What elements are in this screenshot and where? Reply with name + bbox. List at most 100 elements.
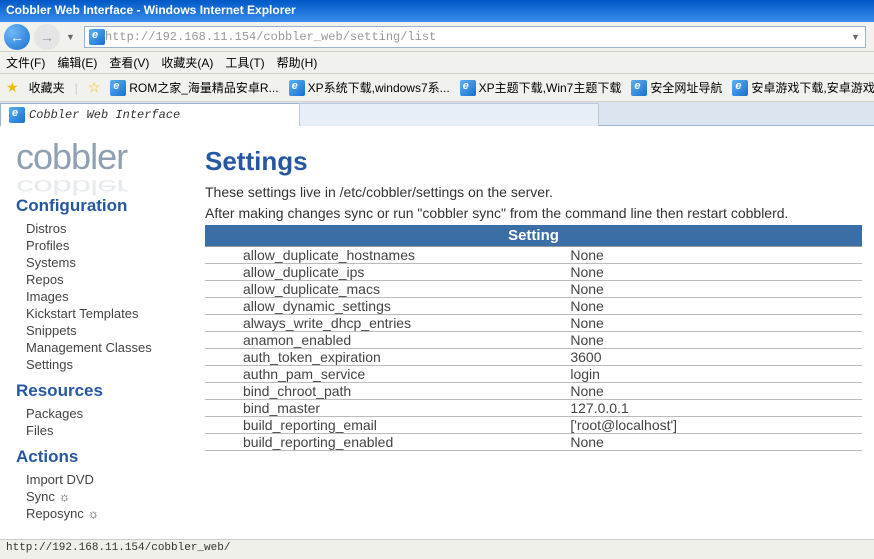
fav-link[interactable]: 安卓游戏下载,安卓游戏...: [732, 79, 874, 96]
table-row[interactable]: allow_dynamic_settingsNone: [205, 297, 862, 314]
page-icon: [732, 80, 748, 96]
setting-value: None: [566, 280, 862, 297]
nav-toolbar: ← → ▼ ▼: [0, 22, 874, 52]
sidebar-config-link[interactable]: Profiles: [16, 237, 205, 254]
setting-key: auth_token_expiration: [205, 348, 566, 365]
back-button[interactable]: ←: [4, 24, 30, 50]
page-icon: [460, 80, 476, 96]
sidebar-config-link[interactable]: Images: [16, 288, 205, 305]
setting-value: None: [566, 382, 862, 399]
favorites-bar: ★ 收藏夹 | ☆ ROM之家_海量精品安卓R... XP系统下载,window…: [0, 74, 874, 102]
sidebar-config-link[interactable]: Distros: [16, 220, 205, 237]
sidebar-config-link[interactable]: Settings: [16, 356, 205, 373]
sidebar-config-link[interactable]: Repos: [16, 271, 205, 288]
fav-link[interactable]: XP系统下载,windows7系...: [289, 79, 450, 96]
page-content: cobbler cobbler Configuration DistrosPro…: [0, 126, 874, 539]
setting-key: bind_chroot_path: [205, 382, 566, 399]
table-row[interactable]: bind_chroot_pathNone: [205, 382, 862, 399]
setting-value: login: [566, 365, 862, 382]
setting-key: allow_duplicate_ips: [205, 263, 566, 280]
table-row[interactable]: bind_master127.0.0.1: [205, 399, 862, 416]
page-icon: [110, 80, 126, 96]
setting-value: None: [566, 297, 862, 314]
sidebar-resource-link[interactable]: Files: [16, 422, 205, 439]
setting-key: bind_master: [205, 399, 566, 416]
sidebar: cobbler cobbler Configuration DistrosPro…: [0, 126, 205, 539]
sidebar-resource-link[interactable]: Packages: [16, 405, 205, 422]
sidebar-config-link[interactable]: Kickstart Templates: [16, 305, 205, 322]
star-icon: ★: [6, 79, 19, 96]
table-row[interactable]: anamon_enabledNone: [205, 331, 862, 348]
address-bar[interactable]: ▼: [84, 26, 866, 48]
fav-link[interactable]: XP主题下载,Win7主题下载: [460, 79, 622, 96]
menu-file[interactable]: 文件(F): [6, 54, 45, 71]
favorites-label[interactable]: 收藏夹: [29, 79, 65, 96]
tab-title: Cobbler Web Interface: [29, 108, 180, 122]
setting-value: 3600: [566, 348, 862, 365]
menu-help[interactable]: 帮助(H): [277, 54, 318, 71]
page-icon: [631, 80, 647, 96]
new-tab-button[interactable]: [299, 103, 599, 126]
menu-bar: 文件(F) 编辑(E) 查看(V) 收藏夹(A) 工具(T) 帮助(H): [0, 52, 874, 74]
table-row[interactable]: allow_duplicate_ipsNone: [205, 263, 862, 280]
fav-link[interactable]: 安全网址导航: [631, 79, 722, 96]
settings-description-1: These settings live in /etc/cobbler/sett…: [205, 183, 862, 202]
browser-tab[interactable]: Cobbler Web Interface: [0, 103, 300, 126]
setting-key: allow_duplicate_macs: [205, 280, 566, 297]
sidebar-action-link[interactable]: Reposync ☼: [16, 505, 205, 522]
window-title: Cobbler Web Interface - Windows Internet…: [6, 3, 296, 17]
page-icon: [9, 107, 25, 123]
window-titlebar: Cobbler Web Interface - Windows Internet…: [0, 0, 874, 22]
sidebar-config-link[interactable]: Systems: [16, 254, 205, 271]
menu-edit[interactable]: 编辑(E): [57, 54, 97, 71]
nav-heading-actions: Actions: [16, 447, 205, 467]
table-row[interactable]: allow_duplicate_macsNone: [205, 280, 862, 297]
setting-key: allow_duplicate_hostnames: [205, 246, 566, 263]
setting-value: ['root@localhost']: [566, 416, 862, 433]
table-row[interactable]: authn_pam_servicelogin: [205, 365, 862, 382]
status-text: http://192.168.11.154/cobbler_web/: [6, 542, 230, 554]
setting-value: None: [566, 331, 862, 348]
url-dropdown[interactable]: ▼: [849, 32, 861, 42]
fav-text: XP主题下载,Win7主题下载: [479, 79, 622, 96]
sidebar-config-link[interactable]: Management Classes: [16, 339, 205, 356]
menu-view[interactable]: 查看(V): [109, 54, 149, 71]
setting-value: None: [566, 263, 862, 280]
setting-key: allow_dynamic_settings: [205, 297, 566, 314]
forward-button: →: [34, 24, 60, 50]
fav-link[interactable]: ROM之家_海量精品安卓R...: [110, 79, 278, 96]
column-header-setting: Setting: [205, 225, 862, 247]
menu-tools[interactable]: 工具(T): [225, 54, 264, 71]
url-input[interactable]: [105, 30, 849, 44]
table-row[interactable]: allow_duplicate_hostnamesNone: [205, 246, 862, 263]
page-icon: [289, 80, 305, 96]
fav-text: XP系统下载,windows7系...: [308, 79, 450, 96]
page-title: Settings: [205, 146, 862, 177]
setting-key: always_write_dhcp_entries: [205, 314, 566, 331]
setting-key: build_reporting_email: [205, 416, 566, 433]
main-panel: Settings These settings live in /etc/cob…: [205, 126, 874, 539]
table-row[interactable]: build_reporting_enabledNone: [205, 433, 862, 450]
table-row[interactable]: always_write_dhcp_entriesNone: [205, 314, 862, 331]
table-row[interactable]: build_reporting_email['root@localhost']: [205, 416, 862, 433]
setting-key: anamon_enabled: [205, 331, 566, 348]
setting-key: build_reporting_enabled: [205, 433, 566, 450]
setting-value: None: [566, 246, 862, 263]
setting-value: None: [566, 433, 862, 450]
tab-bar: Cobbler Web Interface: [0, 102, 874, 126]
separator: |: [75, 81, 78, 95]
status-bar: http://192.168.11.154/cobbler_web/: [0, 539, 874, 559]
nav-history-dropdown[interactable]: ▼: [64, 32, 76, 42]
setting-key: authn_pam_service: [205, 365, 566, 382]
setting-value: None: [566, 314, 862, 331]
settings-table: Setting allow_duplicate_hostnamesNoneall…: [205, 225, 862, 451]
ie-icon: [89, 29, 105, 45]
fav-text: 安卓游戏下载,安卓游戏...: [751, 79, 874, 96]
menu-favorites[interactable]: 收藏夹(A): [161, 54, 213, 71]
sidebar-config-link[interactable]: Snippets: [16, 322, 205, 339]
cobbler-logo: cobbler cobbler: [16, 136, 205, 178]
sidebar-action-link[interactable]: Import DVD: [16, 471, 205, 488]
table-row[interactable]: auth_token_expiration3600: [205, 348, 862, 365]
sidebar-action-link[interactable]: Sync ☼: [16, 488, 205, 505]
setting-value: 127.0.0.1: [566, 399, 862, 416]
